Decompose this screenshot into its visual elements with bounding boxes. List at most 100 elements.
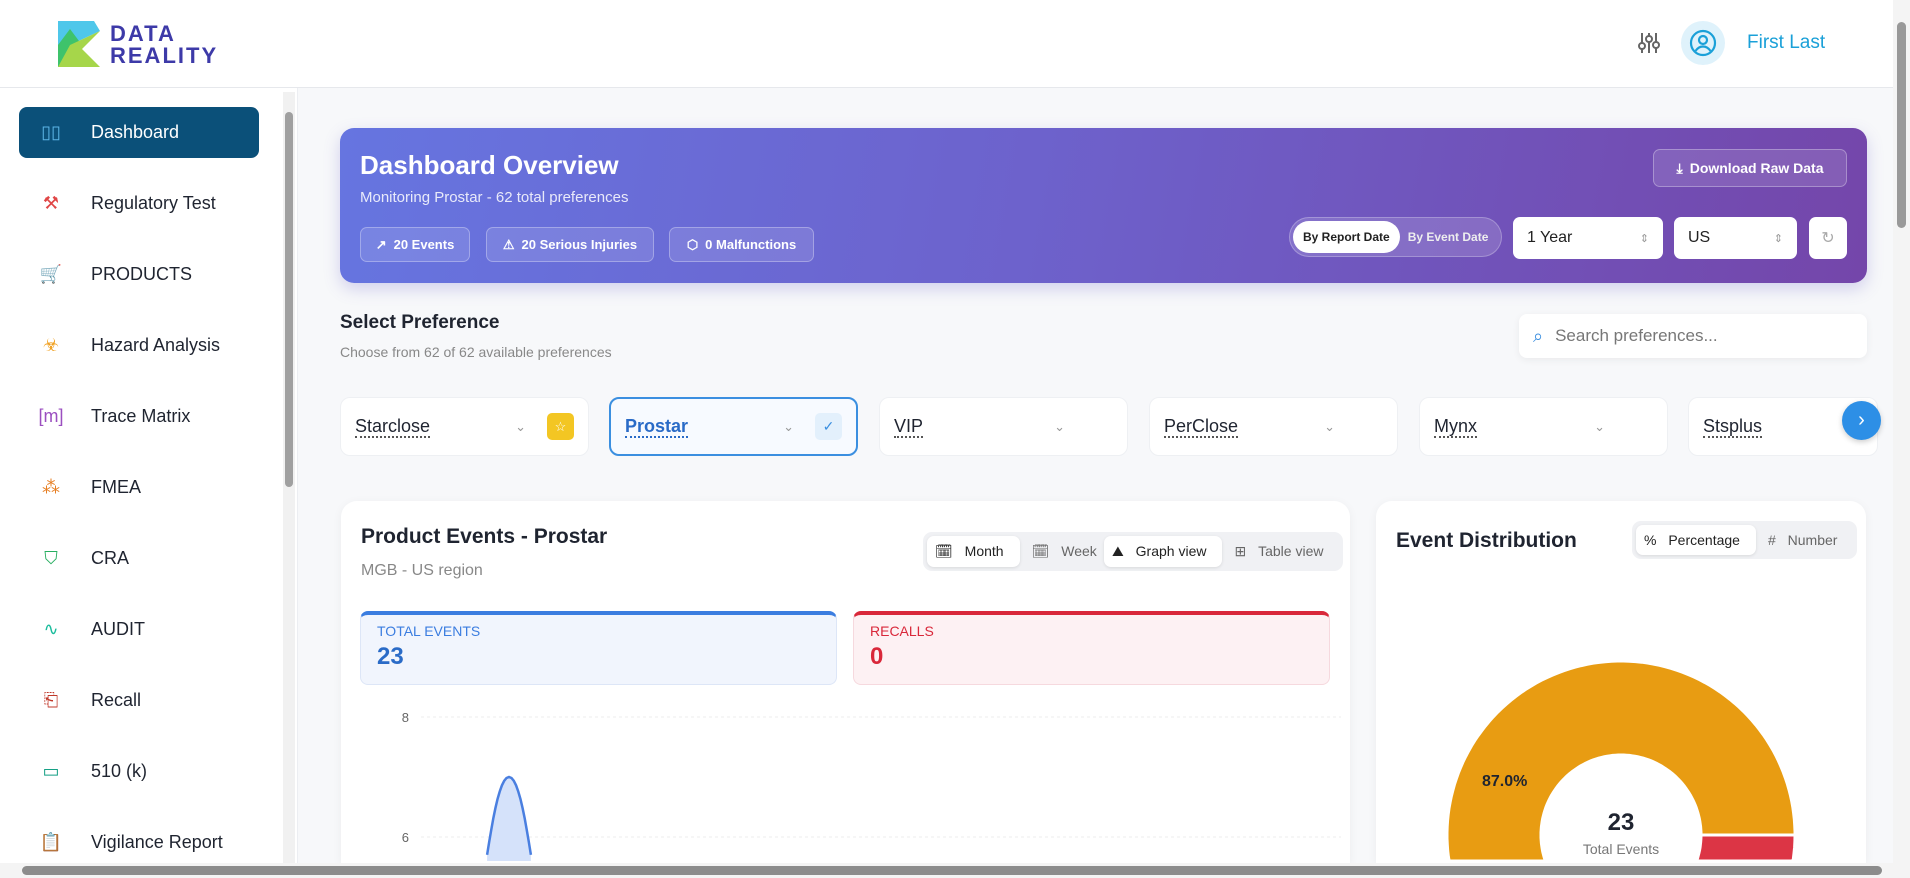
chevron-down-icon[interactable]: ⌄ (783, 419, 794, 435)
sidebar-item-label: Dashboard (91, 122, 180, 142)
search-icon: ⌕ (1533, 325, 1544, 346)
avatar[interactable] (1681, 21, 1725, 65)
select-preference-subtitle: Choose from 62 of 62 available preferenc… (340, 344, 612, 360)
month-option[interactable]: 🗓 Month (927, 536, 1020, 567)
by-report-date-option[interactable]: By Report Date (1293, 221, 1400, 253)
chevron-down-icon[interactable]: ⌄ (1324, 419, 1335, 435)
preference-card-mynx[interactable]: Mynx ⌄ (1419, 397, 1668, 456)
graph-view-option[interactable]: ⛰ Graph view (1104, 536, 1223, 567)
preference-label: PerClose (1164, 415, 1239, 438)
sidebar-item-510-k[interactable]: ▭ 510 (k) (19, 746, 259, 797)
search-preferences-input[interactable]: ⌕ Search preferences... (1519, 314, 1867, 358)
download-raw-data-button[interactable]: ⤓ Download Raw Data (1653, 149, 1847, 187)
recall-icon: ⎗ (43, 690, 59, 710)
user-icon (1689, 29, 1717, 57)
sidebar-item-fmea[interactable]: ⁂ FMEA (19, 462, 259, 513)
cart-icon: 🛒 (39, 264, 63, 284)
preference-card-perclose[interactable]: PerClose ⌄ (1149, 397, 1398, 456)
total-events-label: TOTAL EVENTS (377, 623, 481, 639)
sidebar-item-trace-matrix[interactable]: [m] Trace Matrix (19, 391, 259, 442)
date-type-toggle: By Report Date By Event Date (1289, 217, 1502, 257)
sidebar-item-label: PRODUCTS (91, 264, 193, 284)
top-header: DATA REALITY First Last (0, 0, 1895, 88)
recalls-label: RECALLS (870, 623, 934, 639)
product-events-chart: 86 (402, 710, 1341, 861)
preference-card-starclose[interactable]: Starclose ⌄ ☆ (340, 397, 589, 456)
recalls-value: 0 (870, 643, 884, 670)
sidebar-item-label: 510 (k) (91, 761, 148, 781)
vertical-scrollbar[interactable] (1893, 0, 1910, 863)
week-label: Week (1061, 543, 1097, 559)
preference-label: Mynx (1434, 415, 1478, 438)
sidebar-scrollbar-thumb[interactable] (285, 112, 293, 487)
chevron-down-icon[interactable]: ⌄ (1054, 419, 1065, 435)
refresh-button[interactable]: ↻ (1809, 217, 1847, 259)
period-select[interactable]: 1 Year ⇕ (1513, 217, 1663, 259)
vertical-scrollbar-thumb[interactable] (1897, 22, 1906, 228)
sidebar-item-hazard-analysis[interactable]: ☣ Hazard Analysis (19, 320, 259, 371)
y-tick-label: 8 (402, 710, 409, 725)
sidebar-item-products[interactable]: 🛒 PRODUCTS (19, 249, 259, 300)
sidebar-item-vigilance-report[interactable]: 📋 Vigilance Report (19, 817, 259, 868)
settings-sliders-icon[interactable] (1636, 30, 1662, 56)
period-value: 1 Year (1527, 229, 1573, 246)
chevron-down-icon[interactable]: ⌄ (515, 419, 526, 435)
sidebar-item-recall[interactable]: ⎗ Recall (19, 675, 259, 726)
malfunctions-chip[interactable]: ⬡ 0 Malfunctions (669, 227, 814, 262)
sidebar-item-regulatory-test[interactable]: ⚒ Regulatory Test (19, 178, 259, 229)
sidebar-item-audit[interactable]: ∿ AUDIT (19, 604, 259, 655)
sidebar-item-label: Regulatory Test (91, 193, 216, 213)
chevron-down-icon[interactable]: ⌄ (1594, 419, 1605, 435)
total-events-stat: TOTAL EVENTS 23 (360, 611, 837, 685)
sidebar-scrollbar[interactable] (283, 92, 295, 863)
horizontal-scrollbar-thumb[interactable] (22, 866, 1882, 875)
by-event-date-option[interactable]: By Event Date (1400, 221, 1497, 253)
product-events-subtitle: MGB - US region (361, 562, 483, 579)
region-select[interactable]: US ⇕ (1674, 217, 1797, 259)
recalls-stat: RECALLS 0 (853, 611, 1330, 685)
event-distribution-card: Event Distribution % Percentage # Number… (1376, 501, 1866, 863)
events-chip[interactable]: ↗ 20 Events (360, 227, 470, 262)
next-preferences-button[interactable]: › (1842, 401, 1881, 440)
chevron-right-icon: › (1858, 409, 1865, 431)
logo[interactable]: DATA REALITY (58, 21, 238, 68)
user-name[interactable]: First Last (1747, 32, 1825, 54)
warning-icon: ⚠ (502, 236, 515, 252)
donut-slice[interactable] (1674, 833, 1797, 863)
horizontal-scrollbar[interactable] (0, 863, 1910, 878)
archive-icon: ▭ (42, 761, 60, 781)
events-chip-label: 20 Events (393, 237, 455, 252)
selected-check-icon: ✓ (815, 413, 842, 440)
sidebar: ▯▯ Dashboard ⚒ Regulatory Test 🛒 PRODUCTS ☣ Haz… (0, 88, 298, 863)
favorite-star-button[interactable]: ☆ (547, 413, 574, 440)
preference-card-vip[interactable]: VIP ⌄ (879, 397, 1128, 456)
gavel-icon: ⚒ (42, 193, 60, 213)
preference-label: Starclose (355, 415, 431, 438)
updown-icon: ⇕ (1773, 232, 1783, 245)
clipboard-icon: 📋 (39, 832, 63, 852)
y-tick-label: 6 (402, 830, 409, 845)
serious-injuries-chip-label: 20 Serious Injuries (521, 237, 638, 252)
circles-icon: ⁂ (42, 477, 60, 497)
sidebar-item-cra[interactable]: ⛉ CRA (19, 533, 259, 584)
matrix-icon: [m] (38, 406, 64, 426)
shield-icon: ⬡ (686, 236, 699, 252)
sidebar-item-label: Hazard Analysis (91, 335, 221, 355)
donut-slice-label: 87.0% (1482, 773, 1528, 790)
sidebar-item-label: FMEA (91, 477, 142, 497)
sidebar-item-dashboard[interactable]: ▯▯ Dashboard (19, 107, 259, 158)
product-events-title: Product Events - Prostar (361, 525, 608, 548)
product-events-card: Product Events - Prostar MGB - US region… (341, 501, 1350, 863)
malfunctions-chip-label: 0 Malfunctions (705, 237, 797, 252)
serious-injuries-chip[interactable]: ⚠ 20 Serious Injuries (486, 227, 654, 262)
search-placeholder: Search preferences... (1555, 326, 1718, 345)
preference-card-prostar[interactable]: Prostar ⌄ ✓ (609, 397, 858, 456)
sidebar-item-label: AUDIT (91, 619, 145, 639)
month-label: Month (964, 543, 1004, 559)
shield-icon: ⛉ (44, 548, 58, 568)
dashboard-icon: ▯▯ (41, 122, 61, 142)
logo-mark-icon (58, 21, 100, 67)
table-view-option[interactable]: ⊞ Table view (1226, 536, 1339, 567)
page-subtitle: Monitoring Prostar - 62 total preference… (360, 189, 629, 206)
preference-label: Prostar (625, 415, 689, 438)
